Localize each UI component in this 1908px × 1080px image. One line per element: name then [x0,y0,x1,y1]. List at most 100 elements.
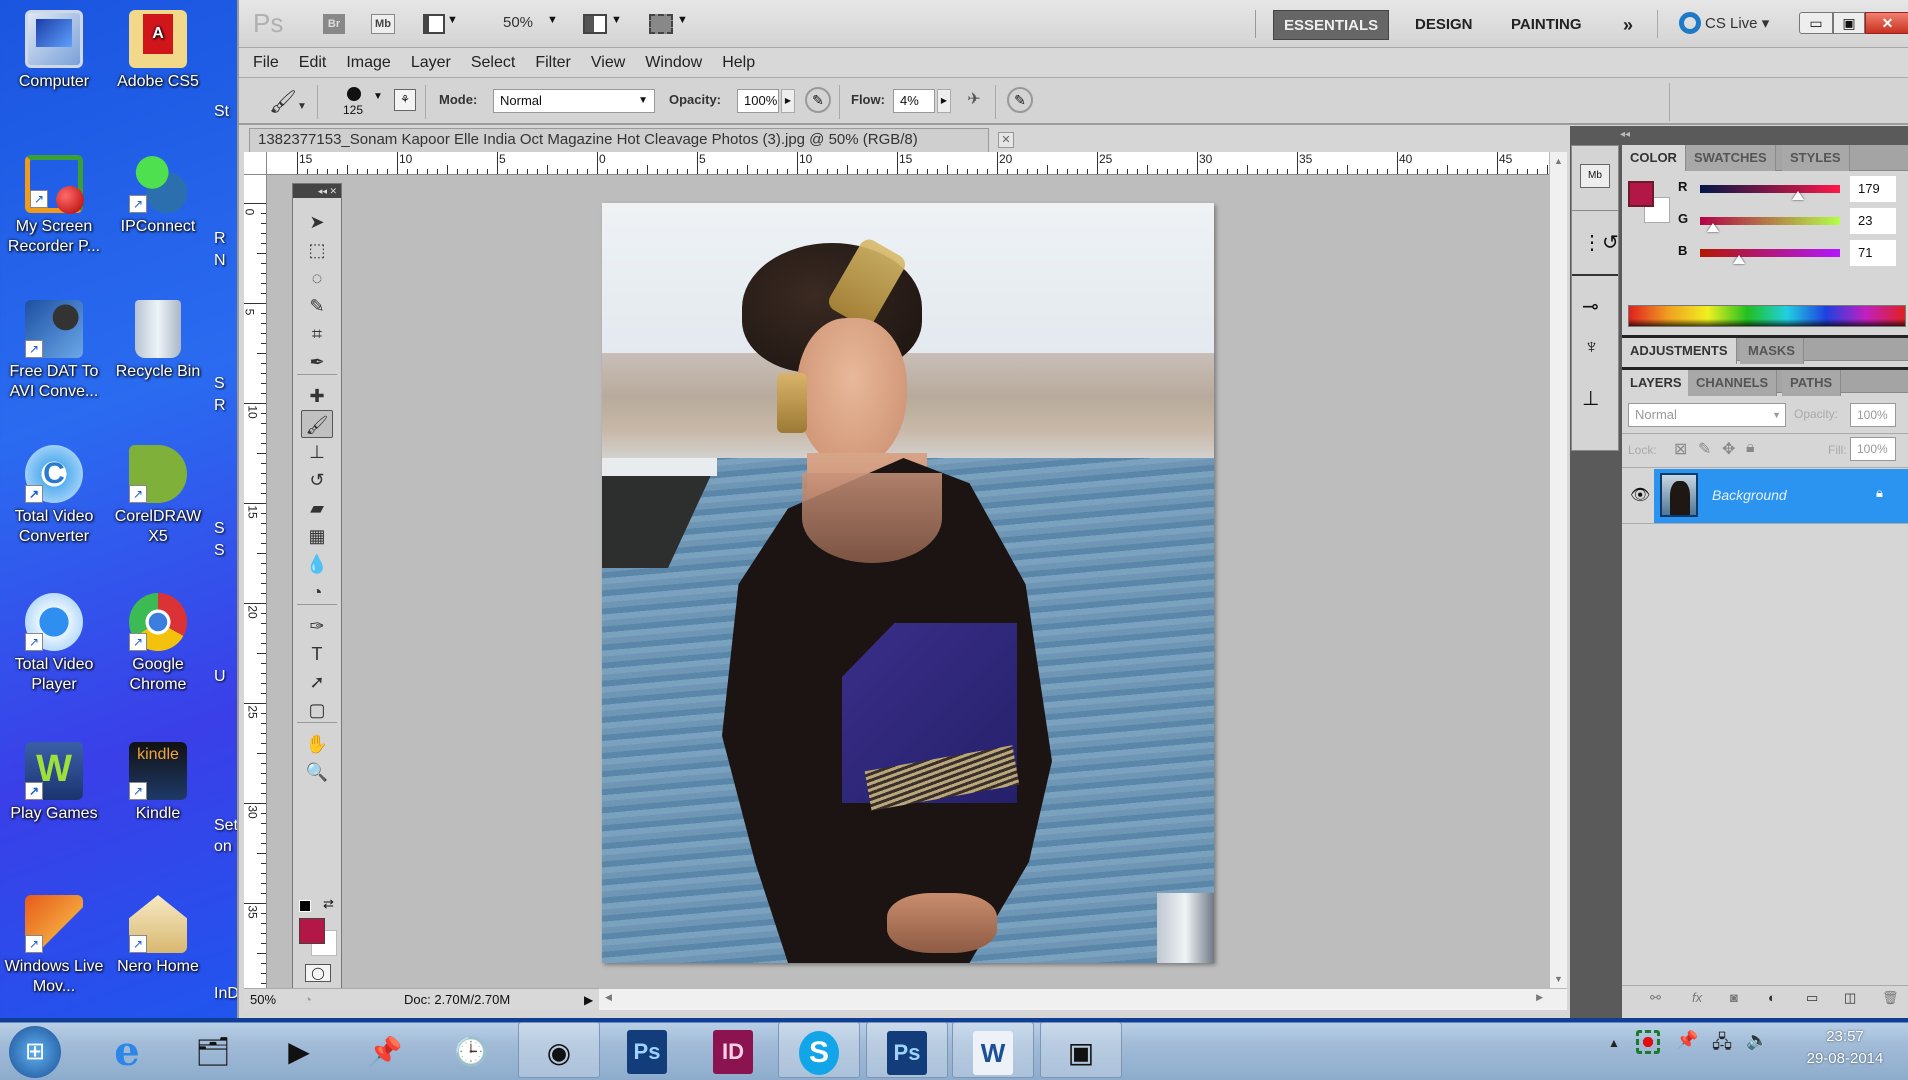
zoom-level-dropdown[interactable]: 50% [503,14,533,31]
minimize-button[interactable]: ▭ [1799,12,1833,34]
cs-live-button[interactable]: CS Live ▾ [1705,14,1769,32]
desktop-icon-free-dat-to-avi[interactable]: ↗ Free DAT To AVI Conve... [2,300,106,402]
chevron-down-icon[interactable]: ▼ [373,91,383,102]
quick-selection-tool[interactable]: ✎ [301,292,333,320]
taskbar-photoshop-2[interactable]: Ps [866,1022,948,1078]
tools-panel-header[interactable]: ◂◂ ✕ [293,184,341,198]
foreground-color-swatch[interactable] [299,918,325,944]
tab-swatches[interactable]: SWATCHES [1686,145,1776,171]
menu-view[interactable]: View [581,48,635,78]
brush-presets-panel-icon[interactable]: ⊸ [1582,294,1599,319]
scroll-right-icon[interactable]: ▶ [1536,992,1543,1003]
tab-channels[interactable]: CHANNELS [1688,370,1778,396]
ruler-horizontal[interactable]: 15 10 5 0 5 10 15 20 25 30 35 40 45 [267,152,1567,175]
document-tab[interactable]: 1382377153_Sonam Kapoor Elle India Oct M… [249,128,1014,152]
taskbar-internet-explorer[interactable]: e [86,1022,168,1078]
collapse-dock-icon[interactable]: ◂◂ [1570,126,1908,144]
taskbar-screen-recorder[interactable]: ▣ [1040,1022,1122,1078]
status-zoom[interactable]: 50% [250,989,276,1011]
launch-bridge-button[interactable]: Br [323,14,345,34]
move-tool[interactable]: ➤ [301,208,333,236]
tool-presets-panel-icon[interactable]: ⊥ [1582,386,1599,411]
tab-styles[interactable]: STYLES [1782,145,1850,171]
history-panel-icon[interactable]: ⋮↺ [1582,230,1619,255]
desktop-icon-adobe-cs5[interactable]: A Adobe CS5 [106,10,210,92]
arrange-documents-button[interactable]: ▼ [583,12,623,36]
eraser-tool[interactable]: ▰ [301,494,333,522]
workspace-painting[interactable]: PAINTING [1501,10,1592,40]
desktop-icon-my-screen-recorder[interactable]: ↗ My Screen Recorder P... [2,155,106,257]
system-clock[interactable]: 23:57 29-08-2014 [1790,1026,1900,1070]
tab-adjustments[interactable]: ADJUSTMENTS [1622,338,1737,364]
layer-opacity-input[interactable]: 100% [1850,403,1896,427]
lock-position-icon[interactable]: ✥ [1722,439,1735,459]
tablet-opacity-pressure-button[interactable]: ✎ [805,87,831,113]
adjustment-layer-icon[interactable]: ◐ [1768,990,1776,1005]
channel-value-r[interactable]: 179 [1850,176,1896,202]
taskbar-skype[interactable]: S [778,1022,860,1078]
status-menu-arrow[interactable]: ▶ [584,989,593,1011]
brush-tool[interactable]: 🖌 [301,410,333,438]
dodge-tool[interactable]: ◔ [301,578,333,606]
scroll-up-icon[interactable]: ▲ [1554,156,1563,166]
restore-button[interactable]: ▣ [1833,12,1865,34]
marquee-tool[interactable]: ⬚ [301,236,333,264]
healing-brush-tool[interactable]: ✚ [301,382,333,410]
canvas-area[interactable] [267,175,1567,988]
history-brush-tool[interactable]: ↺ [301,466,333,494]
hand-tool[interactable]: ✋ [301,730,333,758]
network-icon[interactable]: 🖧 [1712,1030,1732,1060]
channel-slider-thumb[interactable] [1706,223,1719,232]
taskbar-indesign[interactable]: ID [692,1022,774,1078]
lock-all-icon[interactable]: 🔒︎ [1746,439,1755,457]
desktop-icon-play-games[interactable]: W ↗ Play Games [2,742,106,824]
tab-color[interactable]: COLOR [1622,145,1686,171]
channel-value-g[interactable]: 23 [1850,208,1896,234]
blend-mode-select[interactable]: Normal ▼ [493,89,655,113]
tool-preset-picker[interactable]: 🖌▼ [269,89,307,115]
taskbar-media-player[interactable]: ▶ [258,1022,340,1078]
menu-select[interactable]: Select [461,48,525,78]
gradient-tool[interactable]: ▦ [301,522,333,550]
taskbar-pin-app[interactable]: 📌 [344,1022,426,1078]
ruler-vertical[interactable]: 0 5 10 15 20 25 30 35 [244,175,267,988]
new-group-icon[interactable]: ▭ [1806,990,1818,1006]
workspace-essentials[interactable]: ESSENTIALS [1273,10,1390,40]
link-layers-icon[interactable]: ⚯ [1650,990,1661,1006]
taskbar-google-chrome[interactable]: ◉ [518,1022,600,1078]
desktop-icon-nero-home[interactable]: ↗ Nero Home [106,895,210,977]
taskbar-clock-app[interactable]: 🕒 [430,1022,512,1078]
vertical-scrollbar[interactable]: ▲ ▼ [1549,152,1567,988]
more-workspaces-button[interactable]: » [1613,10,1643,40]
volume-icon[interactable]: 🔈 [1746,1030,1768,1051]
show-hidden-icons-button[interactable]: ▲ [1608,1036,1620,1050]
desktop-icon-recycle-bin[interactable]: Recycle Bin [106,300,210,382]
taskbar-word[interactable]: W [952,1022,1034,1078]
flow-input[interactable]: 4% [893,89,935,113]
shape-tool[interactable]: ▢ [301,696,333,724]
lock-image-pixels-icon[interactable]: ✎ [1698,439,1711,459]
fill-input[interactable]: 100% [1850,437,1896,461]
color-spectrum-bar[interactable] [1628,305,1906,327]
menu-edit[interactable]: Edit [289,48,337,78]
screen-mode-button[interactable]: ▼ [649,12,689,36]
tab-masks[interactable]: MASKS [1740,338,1804,364]
close-document-button[interactable]: ✕ [998,132,1014,148]
menu-file[interactable]: File [243,48,289,78]
desktop-icon-ipconnect[interactable]: ↗ IPConnect [106,155,210,237]
desktop-icon-total-video-converter[interactable]: C ↗ Total Video Converter [2,445,106,547]
layer-row[interactable]: 👁︎ Background 🔒︎ [1622,469,1908,523]
desktop-icon-kindle[interactable]: kindle ↗ Kindle [106,742,210,824]
opacity-input[interactable]: 100% [737,89,779,113]
pen-tool[interactable]: ✑ [301,612,333,640]
taskbar-photoshop[interactable]: Ps [606,1022,688,1078]
channel-slider-thumb[interactable] [1733,255,1746,264]
layer-blend-mode-select[interactable]: Normal ▼ [1628,403,1786,427]
default-colors-icon[interactable] [299,900,311,912]
taskbar-file-explorer[interactable]: 🗂 [172,1022,254,1078]
zoom-tool[interactable]: 🔍 [301,758,333,786]
tab-paths[interactable]: PATHS [1782,370,1842,396]
color-foreground-swatch[interactable] [1628,181,1654,207]
document-image[interactable] [602,203,1214,963]
lock-transparent-pixels-icon[interactable]: ⊠ [1674,439,1687,459]
